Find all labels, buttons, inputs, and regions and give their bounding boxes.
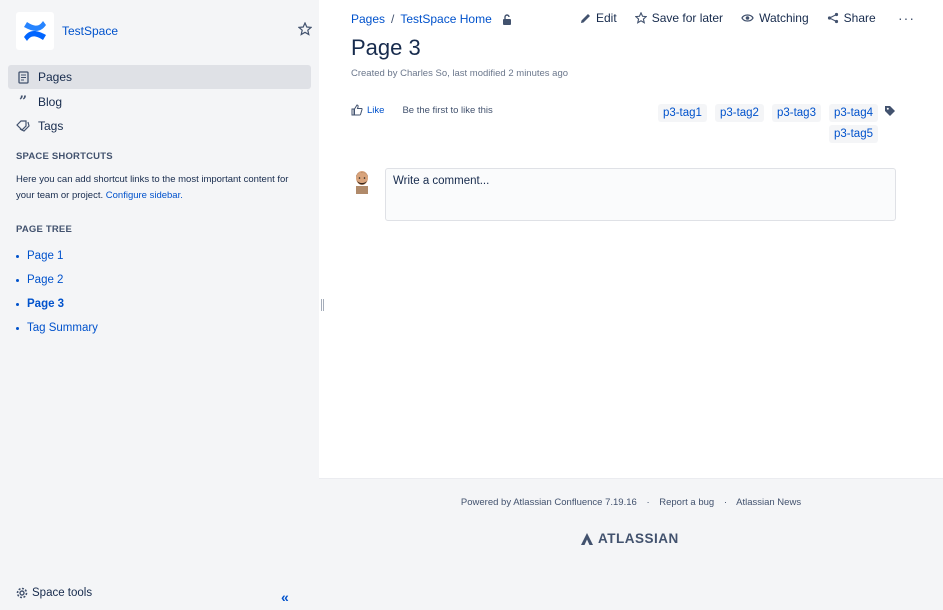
label-tag[interactable]: p3-tag2 [714,104,764,122]
share-button[interactable]: Share [827,11,876,25]
eye-icon [741,13,754,23]
sidebar-item-blog[interactable]: ” Blog [8,90,311,114]
sidebar-resize-handle[interactable] [321,299,324,311]
page-byline: Created by Charles So, last modified 2 m… [351,68,569,79]
page-labels: p3-tag1 p3-tag2 p3-tag3 p3-tag4 p3-tag5 [656,104,878,143]
label-tag[interactable]: p3-tag1 [657,104,707,122]
page-tree-item[interactable]: Page 2 [16,268,98,292]
page-title: Page 3 [351,35,421,60]
breadcrumb-home[interactable]: TestSpace Home [400,12,491,26]
space-tools-label: Space tools [32,587,93,599]
quote-icon: ” [18,93,28,110]
breadcrumb-pages[interactable]: Pages [351,12,385,26]
breadcrumb-separator: / [391,12,395,26]
sidebar-item-tags[interactable]: Tags [8,114,311,138]
atlassian-logo-icon [581,532,593,545]
footer-links: Powered by Atlassian Confluence 7.19.16 … [319,497,943,508]
collapse-sidebar-icon[interactable]: « [281,589,289,605]
star-icon [634,12,647,24]
atlassian-logo[interactable]: ATLASSIAN [581,531,679,546]
bullet-icon [16,278,19,282]
page-tree-item-label[interactable]: Page 3 [27,298,64,310]
thumbs-up-icon [351,104,363,116]
gear-icon [16,587,28,599]
footer-separator: · [723,497,727,508]
pencil-icon [580,13,591,24]
like-row: Like Be the first to like this [351,104,493,116]
edit-label: Edit [596,11,617,25]
label-tag[interactable]: p3-tag4 [828,104,878,122]
powered-by-text: Powered by Atlassian Confluence 7.19.16 [460,497,637,508]
footer: Powered by Atlassian Confluence 7.19.16 … [319,478,943,610]
page-tree: Page 1 Page 2 Page 3 Tag Summary [16,244,98,340]
share-icon [827,12,839,24]
footer-separator: · [646,497,650,508]
comment-input[interactable]: Write a comment... [385,168,896,221]
breadcrumb: Pages / TestSpace Home [351,12,513,26]
page-tree-item[interactable]: Page 1 [16,244,98,268]
save-for-later-button[interactable]: Save for later [634,11,724,25]
save-for-later-label: Save for later [651,11,724,25]
shortcuts-description: Here you can add shortcut links to the m… [16,172,306,204]
page-tree-item-label[interactable]: Tag Summary [27,322,98,334]
sidebar-item-label: Blog [38,94,63,109]
tag-icon[interactable] [884,104,896,122]
share-label: Share [843,11,876,25]
sidebar-nav: Pages ” Blog Tags [8,65,311,139]
atlassian-logo-text: ATLASSIAN [598,531,679,546]
sidebar-item-label: Tags [38,119,64,133]
bullet-icon [16,302,19,306]
sidebar: TestSpace Pages ” Blog Tags SPACE SHORTC… [0,0,319,610]
watching-label: Watching [759,11,809,25]
likes-summary: Be the first to like this [402,104,493,116]
label-tag[interactable]: p3-tag3 [771,104,821,122]
like-label: Like [367,104,385,116]
page-tree-item-label[interactable]: Page 2 [27,274,63,286]
page-tree-item[interactable]: Tag Summary [16,316,98,340]
page-actions: Edit Save for later Watching Share [580,11,894,25]
page-tree-heading: PAGE TREE [16,224,72,235]
watching-button[interactable]: Watching [741,11,809,25]
page-icon [16,70,30,84]
more-actions-icon[interactable]: ··· [898,10,915,26]
atlassian-news-link[interactable]: Atlassian News [736,497,801,508]
configure-sidebar-link[interactable]: Configure sidebar. [106,190,183,201]
comment-row: Write a comment... [351,168,896,221]
space-header[interactable]: TestSpace [16,12,118,50]
page-tree-item-label[interactable]: Page 1 [27,250,63,262]
sidebar-item-pages[interactable]: Pages [8,65,311,89]
space-name[interactable]: TestSpace [62,24,118,38]
report-bug-link[interactable]: Report a bug [659,497,714,508]
bullet-icon [16,326,19,330]
sidebar-item-label: Pages [38,70,73,84]
edit-button[interactable]: Edit [580,11,617,25]
like-button[interactable]: Like [351,104,384,116]
confluence-logo-icon[interactable] [16,12,54,50]
space-shortcuts-heading: SPACE SHORTCUTS [16,151,113,162]
unlock-icon[interactable] [502,13,513,25]
bullet-icon [16,254,19,258]
tags-icon [16,119,30,133]
star-icon[interactable] [297,21,313,36]
avatar [351,168,373,194]
label-tag[interactable]: p3-tag5 [828,125,878,143]
page-tree-item-current[interactable]: Page 3 [16,292,98,316]
space-tools-button[interactable]: Space tools [16,587,92,599]
